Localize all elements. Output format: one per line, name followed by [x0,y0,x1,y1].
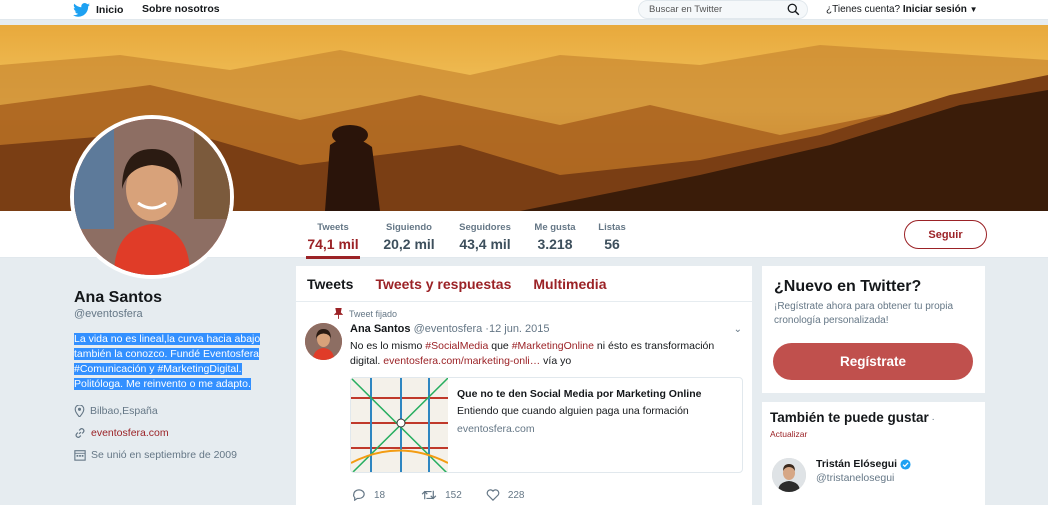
profile-website: eventosfera.com [74,427,169,439]
suggested-user-info: Tristán Elósegui @tristanelosegui [816,458,911,492]
signup-button[interactable]: Regístrate [773,343,973,380]
nav-home[interactable]: Inicio [73,3,123,17]
nav-about-label: Sobre nosotros [142,3,220,15]
suggested-user-name-row: Tristán Elósegui [816,458,911,470]
stat-label: Listas [598,222,626,233]
signup-module: ¿Nuevo en Twitter? ¡Regístrate ahora par… [762,266,985,393]
nav-about[interactable]: Sobre nosotros [142,3,220,15]
retweet-icon [421,490,437,500]
tab-tweets[interactable]: Tweets [307,276,353,292]
heart-icon [486,489,500,501]
card-thumbnail [351,378,449,472]
tweet-header: Ana Santos @eventosfera ·12 jun. 2015 [350,323,550,335]
bio-text: La vida no es lineal,la curva hacia abaj… [74,333,261,390]
pin-icon [334,308,343,319]
retweet-count: 152 [445,489,462,501]
signup-title: ¿Nuevo en Twitter? [774,278,922,295]
tweet-actions: 18 152 228 [352,489,525,501]
stat-value: 3.218 [537,236,573,252]
like-action[interactable]: 228 [486,489,525,501]
nav-home-label: Inicio [96,4,124,16]
who-to-follow-module: También te puede gustar · Actualizar Tri… [762,402,985,505]
reply-icon [353,489,365,501]
stat-label: Seguidores [459,222,511,233]
search-input[interactable]: Buscar en Twitter [638,0,808,19]
suggested-user-photo [772,458,806,492]
tweet-options-chevron-icon[interactable]: ⌄ [734,324,742,335]
who-to-follow-title-text: También te puede gustar [770,410,929,425]
who-to-follow-title: También te puede gustar · [770,410,977,425]
stat-value: 20,2 mil [383,236,435,252]
stat-lists[interactable]: Listas 56 [596,222,628,252]
tweet-text-part: No es lo mismo [350,340,426,352]
profile-name: Ana Santos [74,289,163,306]
stat-value: 43,4 mil [459,236,511,252]
hashtag-link[interactable]: #SocialMedia [425,340,488,352]
link-icon [75,428,85,438]
profile-avatar[interactable] [70,115,234,279]
reply-action[interactable]: 18 [352,489,385,501]
suggested-user[interactable]: Tristán Elósegui @tristanelosegui [772,458,911,492]
stat-likes[interactable]: Me gusta 3.218 [530,222,580,252]
refresh-link[interactable]: Actualizar [770,429,977,439]
hashtag-link[interactable]: #MarketingOnline [512,340,594,352]
pinned-label: Tweet fijado [334,308,397,319]
tweet-avatar[interactable] [305,323,342,360]
pinned-text: Tweet fijado [349,308,398,319]
stat-value: 74,1 mil [307,236,359,252]
tweet-text: No es lo mismo #SocialMedia que #Marketi… [350,339,735,369]
follow-button[interactable]: Seguir [904,220,987,249]
tab-tweets-and-replies[interactable]: Tweets y respuestas [375,276,511,292]
search-placeholder: Buscar en Twitter [649,4,723,15]
stat-tweets[interactable]: Tweets 74,1 mil [306,222,360,259]
reply-count: 18 [374,489,386,501]
signup-text: ¡Regístrate ahora para obtener tu propia… [774,301,953,326]
like-count: 228 [507,489,525,501]
tweet-avatar-photo [305,323,342,360]
top-navigation: Inicio Sobre nosotros Buscar en Twitter … [0,0,1048,20]
retweet-action[interactable]: 152 [421,489,462,501]
stat-label: Me gusta [534,222,576,233]
verified-badge-icon [900,458,911,470]
tab-media[interactable]: Multimedia [533,276,606,292]
tweet-author[interactable]: Ana Santos [350,323,411,335]
card-title: Que no te den Social Media por Marketing… [457,388,702,400]
timeline-tabs: Tweets Tweets y respuestas Multimedia [296,266,752,302]
transit-map-image [351,378,449,472]
tweet-url-link[interactable]: eventosfera.com/marketing-onli… [383,355,540,367]
stat-label: Tweets [317,222,349,233]
suggested-user-handle: @tristanelosegui [816,472,895,484]
login-area: ¿Tienes cuenta? Iniciar sesión ▼ [826,4,978,15]
profile-joined: Se unió en septiembre de 2009 [74,449,237,461]
location-pin-icon [74,405,85,417]
stat-followers[interactable]: Seguidores 43,4 mil [456,222,514,252]
location-text: Bilbao,España [90,405,158,417]
website-link[interactable]: eventosfera.com [91,427,169,439]
tweet-text-part: vía yo [540,355,572,367]
card-description: Entiendo que cuando alguien paga una for… [457,405,689,417]
card-domain: eventosfera.com [457,423,535,435]
tweet-text-part: que [488,340,512,352]
tweet-handle[interactable]: @eventosfera [414,323,483,335]
profile-bio: La vida no es lineal,la curva hacia abaj… [74,332,274,392]
twitter-bird-icon [73,3,90,17]
title-separator: · [928,414,935,425]
link-card[interactable]: Que no te den Social Media por Marketing… [350,377,743,473]
calendar-icon [74,450,86,461]
search-icon[interactable] [787,3,800,16]
tweet-date[interactable]: ·12 jun. 2015 [485,323,549,335]
login-link[interactable]: Iniciar sesión [903,4,967,15]
avatar-photo [74,119,230,275]
stat-value: 56 [604,236,620,252]
chevron-down-icon[interactable]: ▼ [970,5,978,14]
profile-handle: @eventosfera [74,308,143,320]
profile-location: Bilbao,España [74,405,158,417]
avatar[interactable] [772,458,806,492]
stat-label: Siguiendo [386,222,432,233]
joined-text: Se unió en septiembre de 2009 [91,449,237,461]
stat-following[interactable]: Siguiendo 20,2 mil [380,222,438,252]
login-prompt: ¿Tienes cuenta? [826,4,901,15]
timeline: Tweets Tweets y respuestas Multimedia Tw… [296,266,752,505]
suggested-user-name[interactable]: Tristán Elósegui [816,458,897,470]
